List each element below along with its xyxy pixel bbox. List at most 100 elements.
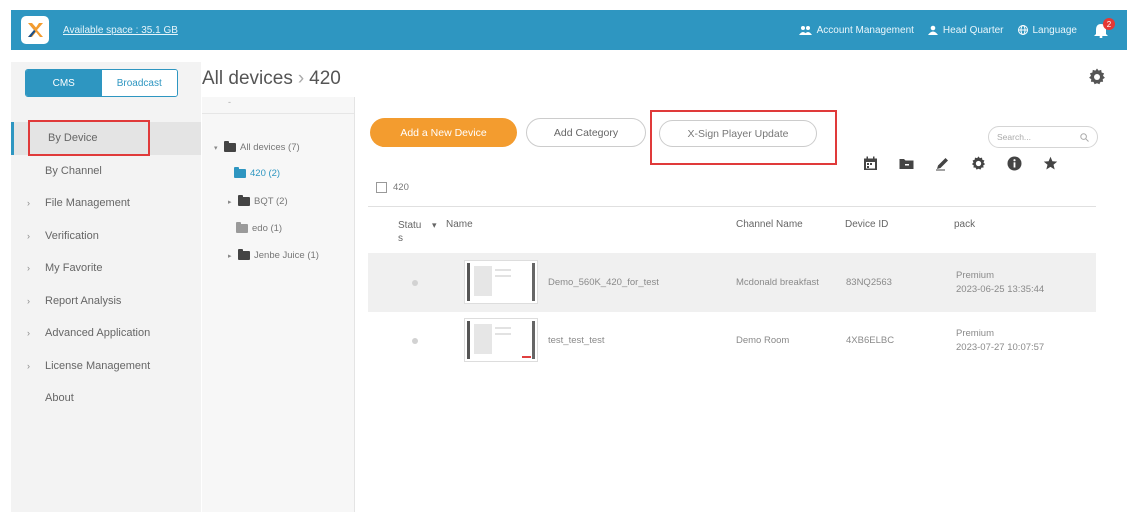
highlight-box-by-device [28,120,150,156]
language-selector[interactable]: Language [1017,24,1078,36]
chevron-right-icon: › [27,360,30,371]
folder-icon [238,195,250,206]
tree-item-label: edo (1) [252,223,283,234]
breadcrumb-root[interactable]: All devices [202,68,293,89]
device-name[interactable]: test_test_test [548,335,605,346]
folder-open-icon [234,167,246,178]
chevron-right-icon: › [27,198,30,209]
sidebar-item-label: Advanced Application [45,327,151,340]
head-quarter-link[interactable]: Head Quarter [927,24,1004,36]
sort-icon[interactable]: ▾ [432,220,437,231]
add-category-button[interactable]: Add Category [526,118,646,147]
device-tree: - [202,97,355,512]
tab-broadcast[interactable]: Broadcast [101,70,177,96]
page-title: 420 [309,68,341,89]
sidebar-item-my-favorite[interactable]: › My Favorite [11,252,201,285]
device-name[interactable]: Demo_560K_420_for_test [548,277,659,288]
tree-item-edo[interactable]: edo (1) [236,222,283,234]
pack-cell: Premium 2023-07-27 10:07:57 [956,327,1044,355]
folder-icon [236,222,248,233]
tree-item-label: BQT (2) [254,196,288,207]
pack-cell: Premium 2023-06-25 13:35:44 [956,269,1044,297]
search-placeholder: Search... [997,132,1032,142]
chevron-right-icon[interactable]: ▸ [228,252,234,260]
tree-item-label: Jenbe Juice (1) [254,250,319,261]
column-header-channel[interactable]: Channel Name [736,219,803,230]
chevron-down-icon[interactable]: ▾ [214,144,220,152]
breadcrumb-separator: › [297,68,305,89]
column-header-pack[interactable]: pack [954,219,975,230]
pack-type: Premium [956,270,995,281]
pack-type: Premium [956,328,995,339]
sidebar-item-label: File Management [45,197,130,210]
add-new-device-button[interactable]: Add a New Device [370,118,517,147]
sidebar-item-verification[interactable]: › Verification [11,220,201,253]
device-id: 4XB6ELBC [846,335,895,346]
logo-x-icon[interactable] [21,16,49,44]
account-management-link[interactable]: Account Management [798,24,914,36]
tree-item-bqt[interactable]: ▸ BQT (2) [228,195,288,207]
highlight-box-player-update [650,110,837,165]
mode-tabs: CMS Broadcast [25,69,178,97]
notification-badge: 2 [1103,18,1115,30]
device-toolbar [862,155,1059,172]
status-indicator [412,338,418,344]
account-icon [798,26,812,35]
notifications-button[interactable]: 2 [1091,18,1115,40]
tree-item-all-devices[interactable]: ▾ All devices (7) [214,141,300,153]
pack-date: 2023-07-27 10:07:57 [956,342,1045,353]
pack-date: 2023-06-25 13:35:44 [956,284,1045,295]
language-label: Language [1032,24,1078,36]
sidebar-item-by-channel[interactable]: By Channel [11,155,201,188]
column-header-name[interactable]: Name [446,219,473,230]
column-header-label: Statu s [398,220,422,244]
pencil-icon[interactable] [934,155,951,172]
chevron-right-icon: › [27,230,30,241]
device-id: 83NQ2563 [846,277,892,288]
sidebar-item-file-management[interactable]: › File Management [11,187,201,220]
top-bar: Available space : 35.1 GB Account Manage… [11,10,1127,50]
channel-name: Mcdonald breakfast [736,277,819,288]
divider [368,206,1096,207]
tree-item-420[interactable]: 420 (2) [234,167,281,179]
table-row[interactable]: test_test_test Demo Room 4XB6ELBC Premiu… [368,313,1096,372]
info-icon[interactable] [1006,155,1023,172]
status-indicator [412,280,418,286]
star-icon[interactable] [1042,155,1059,172]
device-thumbnail[interactable] [464,260,538,304]
column-header-status[interactable]: Statu s [398,219,424,245]
sidebar-item-report-analysis[interactable]: › Report Analysis [11,285,201,318]
folder-icon [238,249,250,260]
sidebar-nav: By Device By Channel › File Management › V… [11,122,201,415]
tree-item-label: 420 (2) [250,168,281,179]
table-row[interactable]: Demo_560K_420_for_test Mcdonald breakfas… [368,253,1096,312]
head-quarter-label: Head Quarter [942,24,1004,36]
column-header-device-id[interactable]: Device ID [845,219,888,230]
gear-icon[interactable] [1088,68,1106,89]
settings-icon[interactable] [970,155,987,172]
folder-move-icon[interactable] [898,155,915,172]
available-space-link[interactable]: Available space : 35.1 GB [63,25,178,36]
calendar-icon[interactable] [862,155,879,172]
sidebar-item-license-management[interactable]: › License Management [11,350,201,383]
sidebar-item-label: Verification [45,229,99,242]
folder-icon [224,141,236,152]
select-all-checkbox[interactable] [376,182,387,193]
sidebar-item-about[interactable]: About [11,382,201,415]
chevron-right-icon[interactable]: ▸ [228,198,234,206]
tree-item-jenbe-juice[interactable]: ▸ Jenbe Juice (1) [228,249,319,261]
tab-cms[interactable]: CMS [26,70,102,96]
sidebar-item-advanced-application[interactable]: › Advanced Application [11,317,201,350]
tree-collapse-handle[interactable]: - [202,97,354,114]
device-thumbnail[interactable] [464,318,538,362]
globe-icon [1017,25,1028,35]
chevron-right-icon: › [27,295,30,306]
user-icon [927,25,938,35]
chevron-right-icon: › [27,328,30,339]
search-input[interactable]: Search... [988,126,1098,148]
search-icon[interactable] [1080,132,1089,142]
account-management-label: Account Management [816,24,914,36]
sidebar-item-label: About [45,392,74,405]
tree-item-label: All devices (7) [240,142,300,153]
breadcrumb: All devices › 420 [202,68,341,90]
